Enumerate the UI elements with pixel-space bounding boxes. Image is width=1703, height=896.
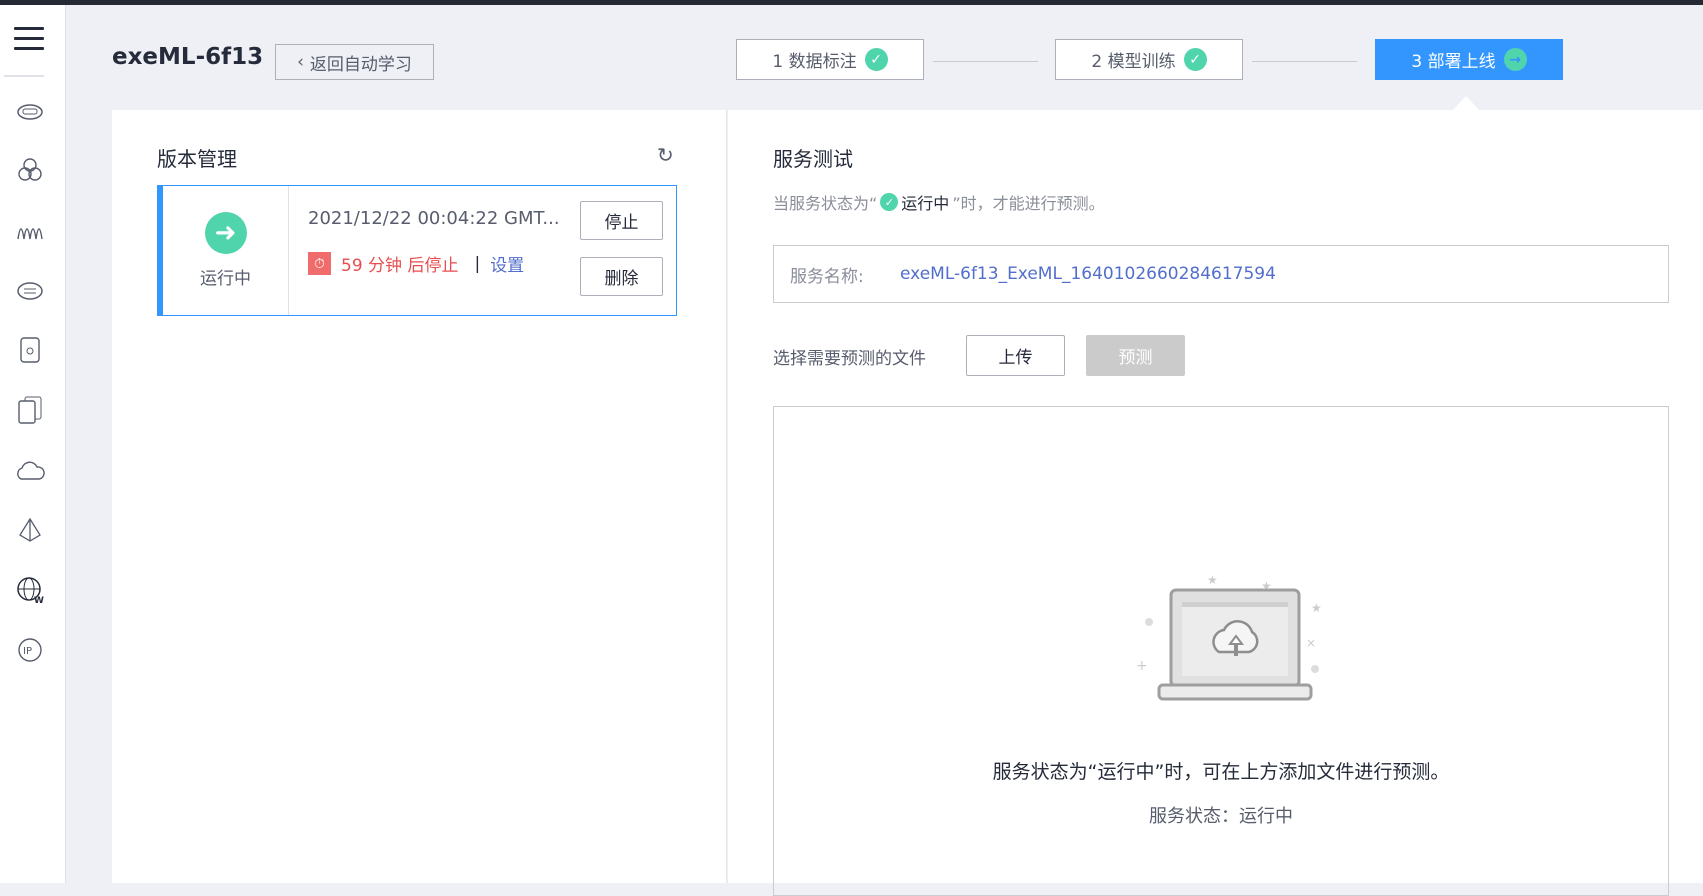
service-name-value: exeML-6f13_ExeML_1640102660284617594	[900, 264, 1276, 284]
device-icon[interactable]	[13, 333, 47, 367]
service-name-label: 服务名称:	[790, 266, 864, 287]
delete-button[interactable]: 删除	[580, 257, 663, 296]
chevron-left-icon: ‹	[297, 52, 304, 72]
upload-button[interactable]: 上传	[966, 335, 1065, 376]
stop-button[interactable]: 停止	[580, 201, 663, 240]
running-status-icon: ➜	[204, 212, 247, 254]
step-deploy[interactable]: 3 部署上线 →	[1375, 39, 1563, 80]
separator: |	[474, 253, 481, 274]
step-label: 1 数据标注	[772, 52, 857, 72]
laptop-upload-illustration: ★ ★ ★ + ×	[1136, 573, 1322, 701]
svg-text:W: W	[34, 596, 44, 604]
step-label: 2 模型训练	[1091, 52, 1176, 72]
sidebar-divider	[4, 75, 44, 77]
hamburger-menu-icon[interactable]	[14, 27, 44, 53]
sidebar: W IP	[0, 5, 66, 883]
check-icon: ✓	[880, 193, 899, 211]
ip-icon[interactable]: IP	[13, 633, 47, 667]
drop-instructions: 服务状态为“运行中”时，可在上方添加文件进行预测。	[992, 761, 1450, 783]
page-title: exeML-6f13	[112, 44, 264, 70]
back-label: 返回自动学习	[309, 54, 412, 75]
service-test-panel: 服务测试 当服务状态为“ ✓ 运行中 ”时，才能进行预测。 服务名称: exeM…	[728, 110, 1703, 896]
timer-icon: ⏱	[308, 252, 331, 275]
devices-icon[interactable]	[13, 393, 47, 427]
hint-suffix: ”时，才能进行预测。	[952, 194, 1105, 213]
version-status: 运行中	[200, 269, 251, 289]
svg-text:IP: IP	[23, 646, 32, 657]
service-hint: 当服务状态为“ ✓ 运行中 ”时，才能进行预测。	[773, 190, 1105, 214]
arrow-right-icon: →	[1503, 48, 1527, 71]
check-icon: ✓	[864, 48, 888, 71]
hexagon-cluster-icon[interactable]	[13, 153, 47, 187]
hint-prefix: 当服务状态为“	[773, 194, 878, 213]
check-icon: ✓	[1183, 48, 1207, 71]
svg-text:×: ×	[1306, 636, 1316, 650]
version-title: 版本管理	[157, 147, 237, 171]
step-label: 3 部署上线	[1411, 52, 1496, 72]
cloud-edit-icon[interactable]	[13, 453, 47, 487]
predict-button[interactable]: 预测	[1086, 335, 1185, 376]
step-connector	[1252, 61, 1357, 62]
refresh-icon[interactable]: ↻	[657, 143, 674, 167]
version-timestamp: 2021/12/22 00:04:22 GMT...	[308, 208, 560, 229]
svg-text:★: ★	[1207, 573, 1218, 587]
file-drop-area[interactable]: ★ ★ ★ + × 服务状态为“运行中”时，可在上方添加文件进行预测。 服务状态：运行中	[773, 406, 1669, 896]
service-test-title: 服务测试	[773, 147, 853, 171]
countdown-text: 59 分钟 后停止	[341, 256, 459, 276]
top-bar	[0, 0, 1703, 5]
step-data-labeling[interactable]: 1 数据标注 ✓	[736, 39, 924, 80]
svg-text:★: ★	[1261, 579, 1272, 593]
globe-w-icon[interactable]: W	[13, 573, 47, 607]
network-icon[interactable]	[13, 513, 47, 547]
file-select-label: 选择需要预测的文件	[773, 349, 926, 369]
drop-service-status: 服务状态：运行中	[1149, 806, 1293, 827]
version-panel: 版本管理 ↻ ➜ 运行中 2021/12/22 00:04:22 GMT... ⏱…	[112, 110, 727, 883]
svg-text:★: ★	[1311, 601, 1322, 615]
back-button[interactable]: ‹ 返回自动学习	[275, 44, 434, 80]
svg-text:+: +	[1136, 658, 1148, 674]
service-name-box: 服务名称: exeML-6f13_ExeML_16401026602846175…	[773, 245, 1669, 303]
waveform-icon[interactable]	[13, 213, 47, 247]
settings-link[interactable]: 设置	[490, 251, 524, 276]
hint-status: 运行中	[901, 194, 950, 213]
version-card[interactable]: ➜ 运行中 2021/12/22 00:04:22 GMT... ⏱ 59 分钟 …	[157, 185, 677, 316]
cloud-storage-icon[interactable]	[13, 273, 47, 307]
cloud-server-icon[interactable]	[13, 93, 47, 127]
active-step-caret	[1453, 96, 1479, 110]
step-connector	[933, 61, 1038, 62]
step-model-training[interactable]: 2 模型训练 ✓	[1055, 39, 1243, 80]
